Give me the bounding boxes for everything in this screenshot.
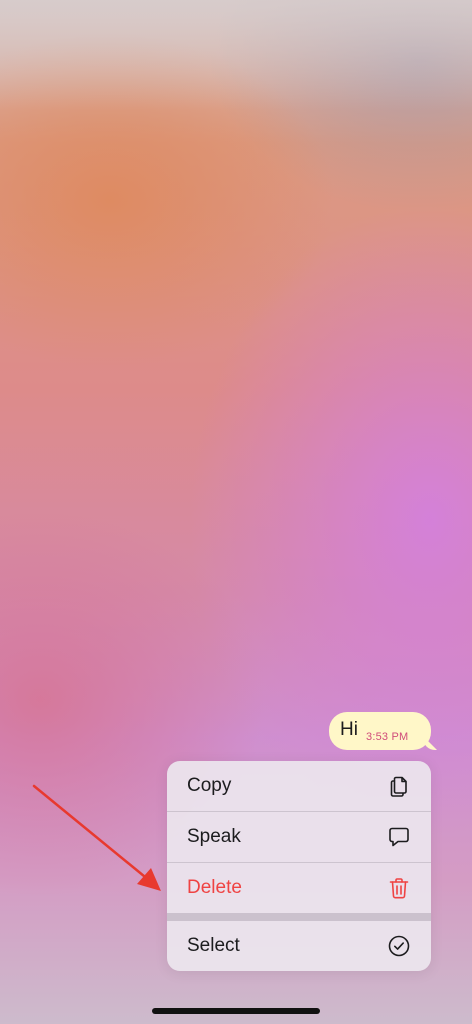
home-indicator[interactable] (152, 1008, 320, 1014)
screen: Hi 3:53 PM Copy Speak Delete Select (0, 0, 472, 1024)
annotation-arrow (32, 784, 161, 891)
